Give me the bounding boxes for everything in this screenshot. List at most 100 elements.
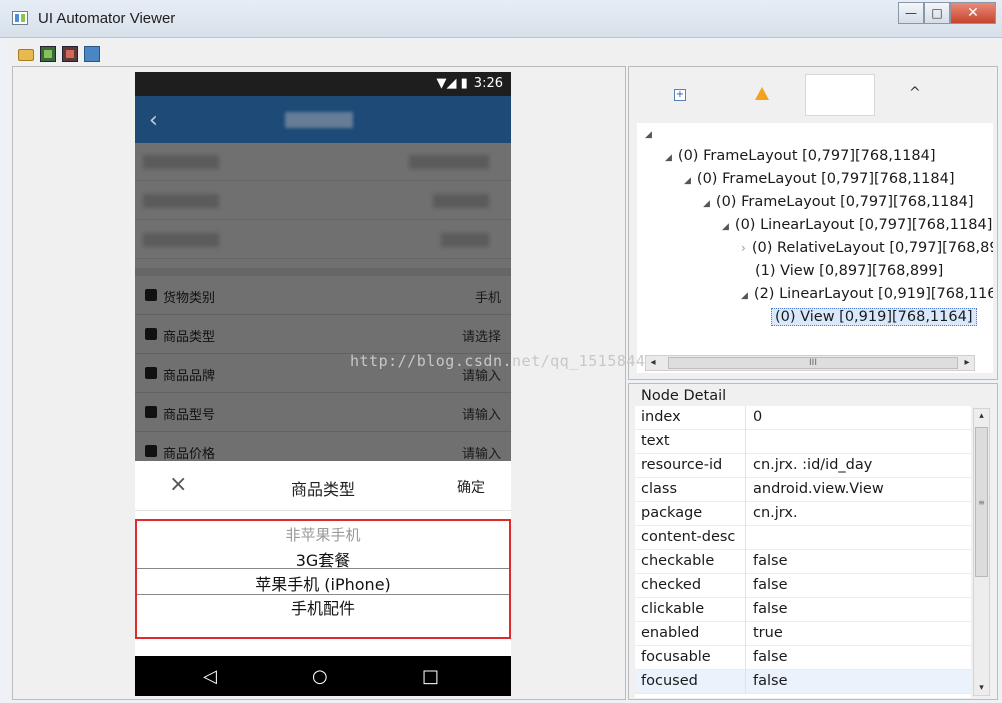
tree-toggle-icon: ◢ [665,153,672,163]
detail-row[interactable]: package cn.jrx. [635,502,971,526]
node-detail-table: index 0 text resource-id cn.jrx. :id/id_da… [635,406,971,698]
detail-row[interactable]: content-desc [635,526,971,550]
detail-value: 0 [753,409,763,425]
vertical-scrollbar[interactable]: ▴ ≡ ▾ [973,408,990,696]
detail-value: cn.jrx. [753,505,798,521]
form-label: 货物类别 [163,291,216,306]
tree-toggle-icon: ◢ [703,199,710,209]
section-gap [135,268,511,276]
blurred-title [285,112,353,128]
nav-back-icon[interactable]: ◁ [203,666,217,687]
detail-row[interactable]: focusable false [635,646,971,670]
detail-key: checked [641,577,702,593]
nav-recent-icon[interactable]: □ [422,666,439,687]
detail-key: content-desc [641,529,736,545]
tree-node[interactable]: › (0) RelativeLayout [0,797][768,89 [741,240,993,256]
tag-icon [145,367,157,379]
scroll-thumb[interactable]: ≡ [975,427,988,577]
dimmed-form: 货物类别 手机 商品类型 请选择 商品品牌 请输入 商品型号 请输入 商品价格 … [135,143,511,462]
picker-option[interactable]: 手机配件 [137,595,509,619]
nav-home-icon[interactable]: ○ [312,666,328,687]
device-screenshot-compressed-icon[interactable] [62,45,78,62]
node-detail-title: Node Detail [641,388,727,404]
box-icon [145,289,157,301]
picker-options-selected-node[interactable]: 非苹果手机 3G套餐 苹果手机 (iPhone) 手机配件 [135,519,511,639]
detail-row[interactable]: checkable false [635,550,971,574]
tree-node[interactable]: ◢ (0) FrameLayout [0,797][768,1184] [703,194,973,210]
tree-node[interactable]: (1) View [0,897][768,899] [755,263,943,279]
chevron-up-icon[interactable]: ^ [909,85,921,101]
device-screenshot-icon[interactable] [40,45,56,62]
picker-separator [137,568,509,569]
form-label: 商品品牌 [163,369,216,384]
detail-row[interactable]: enabled true [635,622,971,646]
picker-header: × 商品类型 确定 [135,461,511,511]
blurred-row [135,182,511,220]
form-label: 商品价格 [163,447,216,462]
form-label: 商品型号 [163,408,216,423]
detail-value: false [753,553,788,569]
picker-option-selected[interactable]: 苹果手机 (iPhone) [137,571,509,595]
tree-root[interactable]: ◢ [645,125,658,141]
expand-all-icon[interactable]: + [674,89,686,101]
scroll-thumb[interactable]: III [668,357,958,369]
detail-row[interactable]: class android.view.View [635,478,971,502]
form-value: 请输入 [461,408,501,423]
save-icon[interactable] [84,45,100,62]
detail-value: false [753,577,788,593]
detail-value: false [753,601,788,617]
signal-battery-icons: ▼◢ ▮ [436,76,468,91]
form-row-product-type[interactable]: 商品类型 请选择 [135,315,511,354]
blurred-row [135,221,511,259]
scroll-up-icon[interactable]: ▴ [974,409,989,423]
detail-value: true [753,625,783,641]
maximize-button[interactable]: □ [924,2,950,24]
tree-toggle-icon: ◢ [741,291,748,301]
scroll-right-icon[interactable]: ▸ [960,356,974,370]
tree-node-selected[interactable]: (0) View [0,919][768,1164] [771,308,977,326]
tree-node[interactable]: ◢ (2) LinearLayout [0,919][768,1164 [741,286,993,302]
tree-node[interactable]: ◢ (0) LinearLayout [0,797][768,1184] [722,217,992,233]
detail-row[interactable]: text [635,430,971,454]
screenshot-panel: ▼◢ ▮ 3:26 ‹ 货物类别 手机 商品类型 请选择 商品品牌 请输入 商品… [12,66,626,700]
detail-key: package [641,505,703,521]
picker-title: 商品类型 [290,480,355,499]
node-detail-panel: Node Detail index 0 text resource-id cn.jr… [628,383,998,700]
detail-key: clickable [641,601,705,617]
app-icon [12,11,28,25]
device-screenshot[interactable]: ▼◢ ▮ 3:26 ‹ 货物类别 手机 商品类型 请选择 商品品牌 请输入 商品… [135,72,511,696]
detail-row[interactable]: resource-id cn.jrx. :id/id_day [635,454,971,478]
status-time: 3:26 [473,76,503,91]
detail-value: false [753,649,788,665]
search-box[interactable] [805,74,875,116]
hierarchy-tree[interactable]: ◢ ◢ (0) FrameLayout [0,797][768,1184] ◢ (0… [637,123,993,373]
uiautomator-window: UI Automator Viewer — □ ✕ ▼◢ ▮ 3:26 ‹ 货物… [0,0,1002,703]
status-icons: ▼◢ ▮ 3:26 [437,76,503,91]
confirm-button[interactable]: 确定 [457,477,485,497]
picker-option[interactable]: 非苹果手机 [137,524,509,545]
detail-key: checkable [641,553,715,569]
android-nav-bar: ◁ ○ □ [135,656,511,696]
horizontal-scrollbar[interactable]: ◂ III ▸ [645,355,975,371]
hierarchy-panel: + ^ ◢ ◢ (0) FrameLayout [0,797][768,1184]… [628,66,998,380]
detail-value: cn.jrx. :id/id_day [753,457,873,473]
detail-row[interactable]: checked false [635,574,971,598]
tree-node[interactable]: ◢ (0) FrameLayout [0,797][768,1184] [665,148,935,164]
tree-expand-icon: › [741,241,746,255]
form-row-category[interactable]: 货物类别 手机 [135,276,511,315]
detail-row-selected[interactable]: focused false [635,670,971,694]
detail-row[interactable]: clickable false [635,598,971,622]
detail-key: text [641,433,670,449]
minimize-button[interactable]: — [898,2,924,24]
scroll-down-icon[interactable]: ▾ [974,681,989,695]
detail-row[interactable]: index 0 [635,406,971,430]
toolbar [10,40,1000,67]
form-label: 商品类型 [163,330,216,345]
close-button[interactable]: ✕ [950,2,996,24]
tree-node[interactable]: ◢ (0) FrameLayout [0,797][768,1184] [684,171,954,187]
open-folder-icon[interactable] [18,49,34,61]
warning-icon[interactable] [755,87,769,100]
form-row-model[interactable]: 商品型号 请输入 [135,393,511,432]
back-arrow-icon[interactable]: ‹ [149,108,158,133]
watermark-text: http://blog.csdn.net/qq_1515844 [350,352,646,370]
